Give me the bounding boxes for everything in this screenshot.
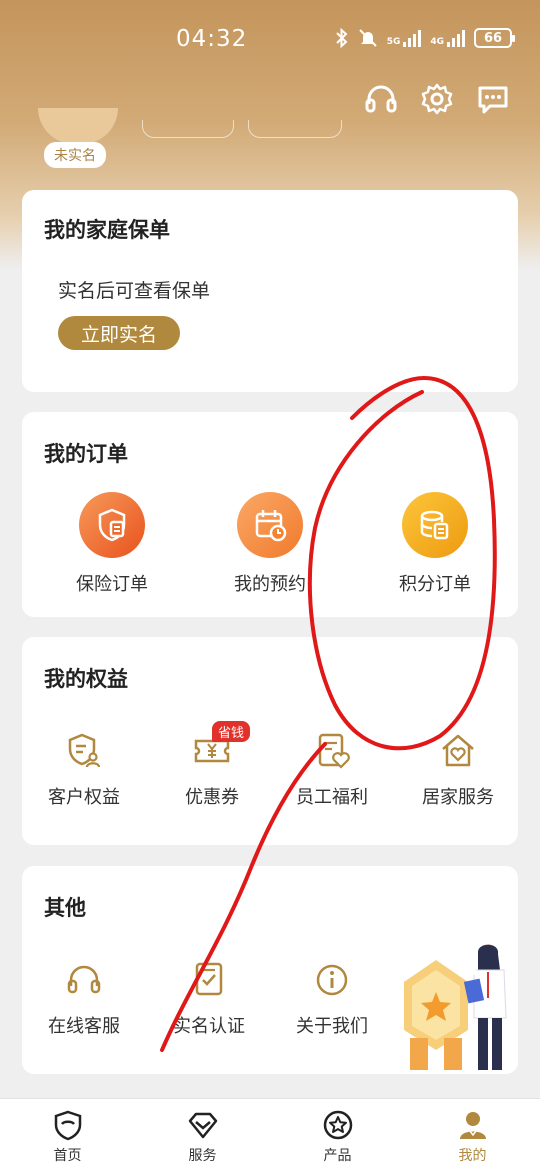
- headset-icon: [67, 965, 101, 994]
- points-coin-icon: [402, 492, 468, 558]
- star-circle-icon: [323, 1110, 352, 1140]
- benefit-item-coupon[interactable]: 优惠券: [172, 731, 252, 809]
- nav-item-home[interactable]: 首页: [0, 1099, 135, 1170]
- other-item-label: 实名认证: [173, 1016, 245, 1037]
- unverified-badge[interactable]: 未实名: [44, 142, 106, 168]
- nav-label: 首页: [53, 1148, 82, 1164]
- benefit-item-employee[interactable]: 员工福利: [290, 731, 374, 809]
- headset-icon[interactable]: [364, 82, 398, 116]
- other-item-about[interactable]: 关于我们: [290, 960, 374, 1038]
- nav-label: 我的: [458, 1148, 487, 1164]
- person-icon: [459, 1112, 486, 1139]
- benefit-item-label: 优惠券: [185, 787, 239, 808]
- save-money-tag: 省钱: [212, 721, 251, 742]
- diamond-icon: [188, 1112, 217, 1139]
- battery-level: 66: [483, 30, 503, 46]
- employee-welfare-icon: [318, 733, 350, 769]
- order-item-label: 保险订单: [76, 574, 148, 595]
- card-title: 我的权益: [44, 667, 128, 691]
- family-policy-card: 我的家庭保单 实名后可查看保单 立即实名: [22, 190, 518, 392]
- message-icon[interactable]: [476, 82, 510, 116]
- bottom-nav: 首页 服务 产品 我的: [0, 1098, 540, 1170]
- nav-label: 服务: [188, 1148, 217, 1164]
- benefit-item-label: 客户权益: [48, 787, 120, 808]
- insurance-shield-icon: [79, 492, 145, 558]
- verify-document-icon: [195, 962, 223, 996]
- signal-4g-label: 4G: [430, 37, 444, 47]
- benefits-card: 我的权益 客户权益 优惠券 员工福利 居家服务: [22, 637, 518, 845]
- benefit-item-label: 居家服务: [422, 787, 494, 808]
- info-icon: [316, 964, 348, 996]
- service-agent-illustration: [404, 944, 507, 1070]
- card-title: 其他: [44, 896, 86, 920]
- profile-pill-right: [248, 120, 342, 138]
- card-title: 我的家庭保单: [44, 218, 170, 242]
- top-actions: [364, 82, 510, 116]
- nav-item-service[interactable]: 服务: [135, 1099, 270, 1170]
- status-time: 04:32: [176, 26, 248, 52]
- other-item-online-service[interactable]: 在线客服: [44, 960, 124, 1038]
- calendar-clock-icon: [237, 492, 303, 558]
- signal-5g-icon: 5G: [387, 29, 422, 47]
- profile-pill-left: [142, 120, 234, 138]
- order-item-label: 积分订单: [399, 574, 471, 595]
- bluetooth-icon: [335, 28, 348, 48]
- order-item-appointment[interactable]: 我的预约: [222, 492, 318, 596]
- benefit-item-home-service[interactable]: 居家服务: [416, 731, 500, 809]
- order-item-label: 我的预约: [234, 574, 306, 595]
- other-item-label: 关于我们: [296, 1016, 368, 1037]
- signal-4g-icon: 4G: [430, 29, 465, 47]
- card-title: 我的订单: [44, 442, 128, 466]
- benefit-item-customer[interactable]: 客户权益: [44, 731, 124, 809]
- policy-note: 实名后可查看保单: [58, 280, 211, 302]
- status-icons: 5G 4G 66: [335, 28, 515, 48]
- orders-card: 我的订单 保险订单 我的预约 积分订单: [22, 412, 518, 617]
- verify-now-button[interactable]: 立即实名: [58, 316, 180, 350]
- other-item-verify[interactable]: 实名认证: [167, 960, 251, 1038]
- order-item-insurance[interactable]: 保险订单: [64, 492, 160, 596]
- benefit-item-label: 员工福利: [296, 787, 368, 808]
- order-item-points[interactable]: 积分订单: [387, 492, 483, 596]
- other-item-label: 在线客服: [48, 1016, 120, 1037]
- home-shield-icon: [54, 1110, 81, 1141]
- home-heart-icon: [442, 734, 474, 767]
- mute-bell-icon: [358, 29, 377, 47]
- settings-gear-icon[interactable]: [420, 82, 454, 116]
- status-bar: 04:32 5G 4G 66: [0, 0, 540, 80]
- signal-5g-label: 5G: [386, 37, 401, 47]
- nav-item-mine[interactable]: 我的: [405, 1099, 540, 1170]
- battery-icon: 66: [474, 28, 515, 48]
- nav-label: 产品: [323, 1148, 352, 1164]
- nav-item-product[interactable]: 产品: [270, 1099, 405, 1170]
- customer-shield-icon: [68, 733, 101, 768]
